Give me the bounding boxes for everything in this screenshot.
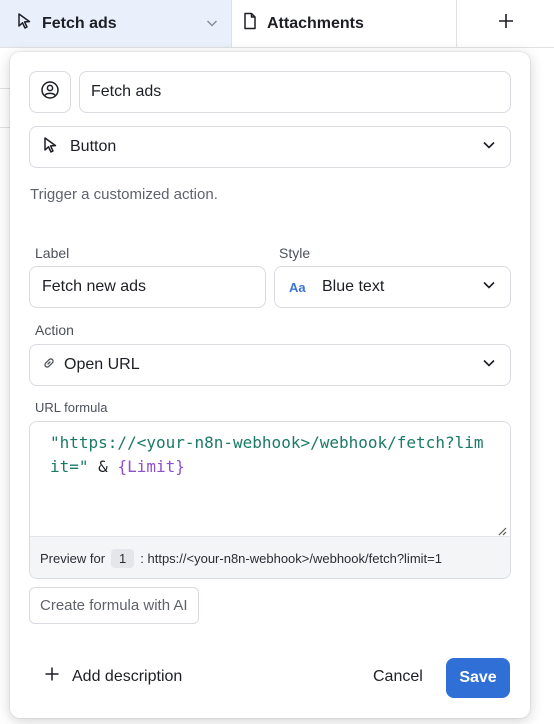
button-style-value: Blue text: [322, 278, 385, 295]
add-description-button[interactable]: Add description: [44, 666, 182, 687]
add-description-label: Add description: [72, 667, 183, 685]
url-formula-heading: URL formula: [35, 400, 108, 415]
button-action-select[interactable]: Open URL: [29, 344, 511, 386]
button-action-value: Open URL: [64, 356, 140, 373]
style-heading: Style: [279, 245, 311, 261]
preview-value: : https://<your-n8n-webhook>/webhook/fet…: [140, 550, 442, 566]
formula-field-reference: {Limit}: [117, 457, 185, 476]
link-icon: [42, 356, 56, 375]
column-header-label: Attachments: [267, 14, 364, 32]
save-button[interactable]: Save: [446, 658, 510, 698]
cursor-arrow-icon: [42, 136, 60, 159]
preview-prefix: Preview for: [40, 550, 106, 566]
chevron-down-icon: [482, 278, 496, 297]
formula-operator: &: [88, 457, 118, 476]
action-heading: Action: [35, 322, 74, 338]
field-name-input[interactable]: Fetch ads: [79, 71, 511, 113]
document-icon: [241, 12, 259, 35]
column-header-fetch-ads[interactable]: Fetch ads: [0, 0, 232, 48]
field-type-select[interactable]: Button: [29, 126, 511, 168]
button-label-input[interactable]: Fetch new ads: [29, 266, 266, 308]
field-icon-button[interactable]: [29, 71, 71, 113]
chevron-down-icon: [482, 138, 496, 157]
cursor-arrow-icon: [16, 12, 34, 35]
label-heading: Label: [35, 245, 70, 261]
url-formula-editor: "https://<your-n8n-webhook>/webhook/fetc…: [29, 421, 511, 579]
field-config-panel: Fetch ads Button Trigger a customized ac…: [10, 52, 530, 718]
plus-icon: [44, 666, 60, 687]
create-formula-with-ai-button[interactable]: Create formula with AI: [29, 587, 199, 624]
user-circle-icon: [40, 80, 60, 105]
button-style-select[interactable]: Aa Blue text: [274, 266, 511, 308]
plus-icon: [497, 12, 515, 35]
field-type-value: Button: [70, 138, 117, 155]
chevron-down-icon: [482, 356, 496, 375]
formula-code-input[interactable]: "https://<your-n8n-webhook>/webhook/fetc…: [30, 422, 510, 536]
formula-preview-bar: Preview for 1 : https://<your-n8n-webhoo…: [30, 536, 510, 578]
preview-row-selector[interactable]: 1: [111, 548, 135, 568]
chevron-down-icon[interactable]: [205, 16, 219, 35]
cancel-button[interactable]: Cancel: [373, 668, 423, 686]
grid-divider: [0, 127, 10, 128]
text-style-icon: Aa: [289, 279, 306, 295]
field-type-description: Trigger a customized action.: [30, 186, 218, 203]
column-header-attachments[interactable]: Attachments: [232, 0, 457, 48]
add-column-button[interactable]: [457, 0, 554, 48]
grid-divider: [0, 88, 10, 89]
button-label-value: Fetch new ads: [42, 278, 147, 295]
column-header-label: Fetch ads: [42, 14, 117, 32]
field-name-value: Fetch ads: [91, 83, 162, 100]
